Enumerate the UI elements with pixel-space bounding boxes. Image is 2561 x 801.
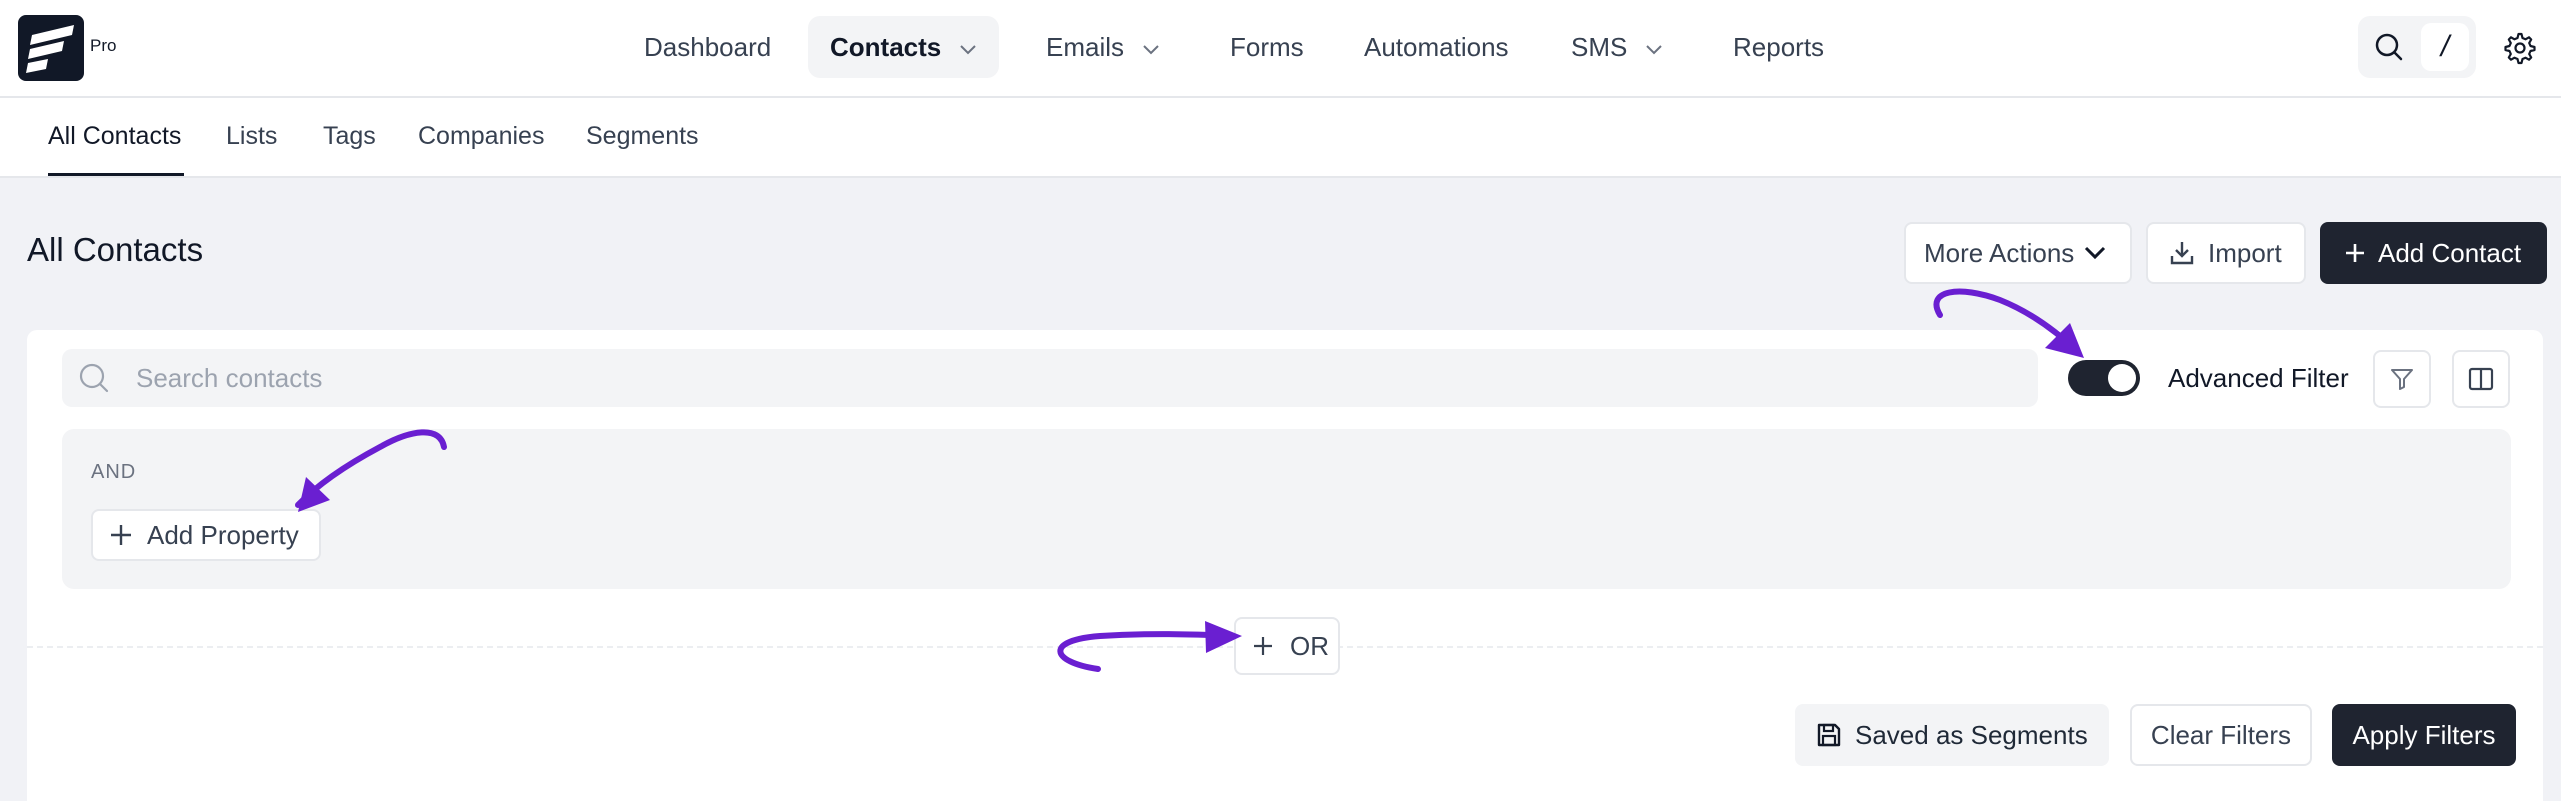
filter-group <box>62 429 2511 589</box>
search-toolbar: / <box>2358 16 2476 78</box>
tab-lists[interactable]: Lists <box>226 122 277 151</box>
save-icon <box>1815 721 1843 749</box>
import-label: Import <box>2208 237 2282 268</box>
clear-filters-button[interactable]: Clear Filters <box>2130 704 2312 766</box>
nav-item-label: Emails <box>1046 31 1125 62</box>
more-actions-label: More Actions <box>1924 237 2075 268</box>
nav-item-label: Contacts <box>830 31 942 62</box>
nav-item-dashboard[interactable]: Dashboard <box>622 16 793 78</box>
contacts-subnav: All Contacts Lists Tags Companies Segmen… <box>0 98 2561 178</box>
download-icon <box>2168 239 2196 267</box>
nav-item-label: Forms <box>1230 31 1304 62</box>
active-tab-indicator <box>48 173 184 176</box>
add-property-button[interactable]: Add Property <box>91 509 321 561</box>
search-shortcut-key[interactable]: / <box>2421 23 2469 71</box>
group-operator-label: AND <box>91 461 137 483</box>
columns-icon <box>2467 365 2495 393</box>
top-navigation-bar: Pro Dashboard Contacts Emails Forms Auto… <box>0 0 2561 98</box>
search-icon[interactable] <box>2365 23 2413 71</box>
filter-button[interactable] <box>2373 350 2431 408</box>
plus-icon <box>2344 242 2366 264</box>
page-title: All Contacts <box>27 231 204 268</box>
chevron-down-icon <box>1142 32 1160 63</box>
nav-item-label: Automations <box>1364 31 1509 62</box>
chevron-down-icon <box>2084 246 2106 260</box>
plus-icon <box>1252 635 1274 657</box>
add-contact-label: Add Contact <box>2378 237 2522 268</box>
tab-segments[interactable]: Segments <box>586 122 699 151</box>
nav-item-emails[interactable]: Emails <box>1024 16 1182 78</box>
more-actions-button[interactable]: More Actions <box>1904 222 2132 284</box>
add-or-group-button[interactable]: OR <box>1234 617 1340 675</box>
pro-badge: Pro <box>90 36 117 55</box>
nav-item-label: Reports <box>1733 31 1825 62</box>
filter-icon <box>2389 366 2415 392</box>
brand-logo[interactable] <box>18 15 84 81</box>
search-icon <box>78 362 110 399</box>
gear-icon[interactable] <box>2500 28 2540 68</box>
tab-companies[interactable]: Companies <box>418 122 544 151</box>
tab-tags[interactable]: Tags <box>323 122 376 151</box>
import-button[interactable]: Import <box>2146 222 2306 284</box>
clear-filters-label: Clear Filters <box>2150 719 2292 750</box>
apply-filters-button[interactable]: Apply Filters <box>2332 704 2516 766</box>
advanced-filter-label: Advanced Filter <box>2168 363 2349 393</box>
save-as-segment-label: Saved as Segments <box>1855 719 2088 750</box>
nav-item-label: Dashboard <box>644 31 772 62</box>
save-as-segment-button[interactable]: Saved as Segments <box>1795 704 2109 766</box>
apply-filters-label: Apply Filters <box>2352 719 2496 750</box>
nav-item-reports[interactable]: Reports <box>1711 16 1846 78</box>
chevron-down-icon <box>959 32 977 63</box>
add-property-label: Add Property <box>147 519 299 550</box>
nav-item-forms[interactable]: Forms <box>1208 16 1326 78</box>
add-contact-button[interactable]: Add Contact <box>2320 222 2547 284</box>
plus-icon <box>109 523 133 547</box>
or-label: OR <box>1290 630 1329 661</box>
advanced-filter-toggle[interactable] <box>2068 360 2140 396</box>
nav-item-contacts[interactable]: Contacts <box>808 16 1000 78</box>
nav-item-sms[interactable]: SMS <box>1549 16 1685 78</box>
columns-button[interactable] <box>2452 350 2510 408</box>
search-input[interactable] <box>136 355 2016 401</box>
chevron-down-icon <box>1645 32 1663 63</box>
nav-item-label: SMS <box>1571 31 1628 62</box>
tab-all-contacts[interactable]: All Contacts <box>48 122 181 151</box>
nav-item-automations[interactable]: Automations <box>1342 16 1531 78</box>
toggle-knob <box>2108 364 2136 392</box>
